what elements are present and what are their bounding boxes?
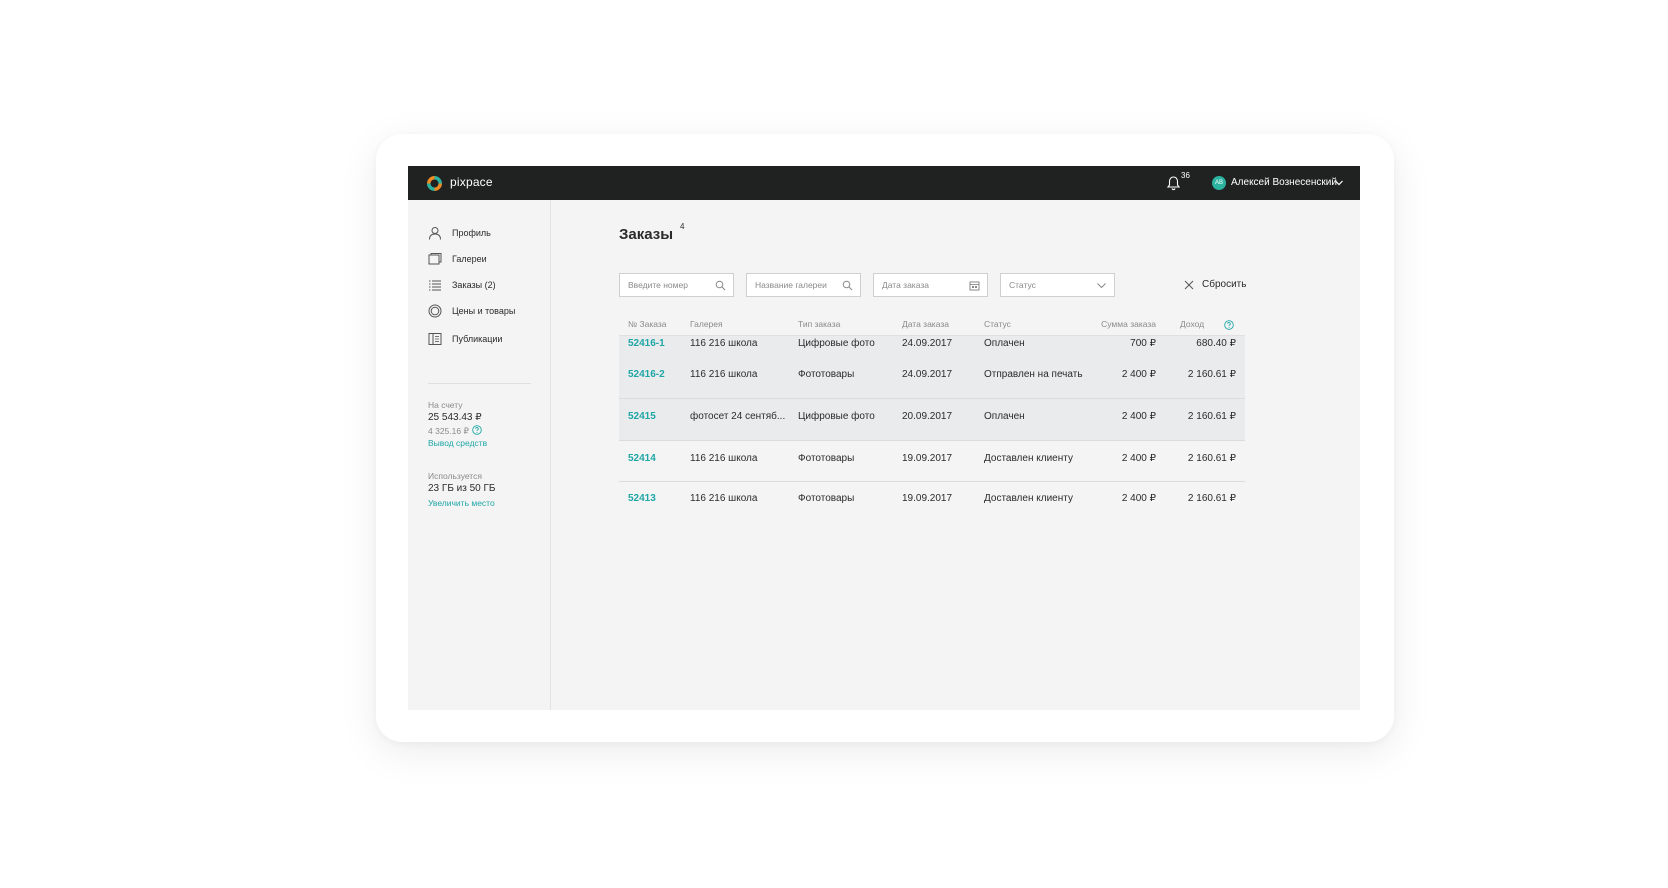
- order-gallery: 116 216 школа: [690, 369, 758, 380]
- order-status: Оплачен: [984, 411, 1025, 422]
- order-number-link[interactable]: 52414: [628, 453, 656, 464]
- header-status[interactable]: Статус: [984, 319, 1011, 329]
- order-status: Доставлен клиенту: [984, 493, 1073, 504]
- sidebar-item-galleries[interactable]: Галереи: [428, 251, 546, 269]
- order-date-placeholder: Дата заказа: [882, 280, 929, 290]
- search-icon: [715, 280, 726, 291]
- orders-count-badge: 4: [680, 222, 685, 231]
- header-order-number[interactable]: № Заказа: [628, 319, 667, 329]
- reset-button[interactable]: Сбросить: [1184, 277, 1252, 293]
- order-income: 2 160.61 ₽: [1187, 453, 1236, 464]
- withdraw-link[interactable]: Вывод средств: [428, 438, 487, 448]
- order-type: Цифровые фото: [798, 411, 875, 422]
- order-date: 20.09.2017: [902, 411, 953, 422]
- sidebar-item-label: Галереи: [452, 254, 487, 264]
- order-status: Доставлен клиенту: [984, 453, 1073, 464]
- close-icon: [1184, 280, 1194, 290]
- order-income: 2 160.61 ₽: [1187, 493, 1236, 504]
- balance-value: 25 543.43 ₽: [428, 412, 482, 423]
- storage-label: Используется: [428, 471, 482, 481]
- sidebar: Профиль Галереи Заказы (2) Цены и товары…: [408, 200, 551, 710]
- order-type: Фототовары: [798, 453, 855, 464]
- balance-label: На счету: [428, 400, 463, 410]
- order-income: 680.40 ₽: [1196, 338, 1236, 349]
- header-order-sum[interactable]: Сумма заказа: [1076, 319, 1156, 329]
- sidebar-divider: [428, 383, 531, 384]
- user-name[interactable]: Алексей Вознесенский: [1231, 177, 1337, 188]
- order-gallery: 116 216 школа: [690, 453, 758, 464]
- order-number-link[interactable]: 52413: [628, 493, 656, 504]
- header-order-date[interactable]: Дата заказа: [902, 319, 949, 329]
- chevron-down-icon: [1097, 283, 1106, 289]
- order-date: 19.09.2017: [902, 493, 953, 504]
- help-icon[interactable]: [1224, 320, 1234, 330]
- list-icon: [429, 280, 441, 291]
- order-gallery: фотосет 24 сентяб...: [690, 411, 786, 422]
- storage-value: 23 ГБ из 50 ГБ: [428, 483, 496, 494]
- top-bar: pixpace 36 АВ Алексей Вознесенский: [408, 166, 1360, 200]
- sidebar-item-orders[interactable]: Заказы (2): [428, 277, 546, 295]
- circle-icon: [428, 304, 442, 318]
- header-income[interactable]: Доход: [1180, 319, 1204, 329]
- order-income: 2 160.61 ₽: [1187, 411, 1236, 422]
- order-gallery: 116 216 школа: [690, 338, 758, 349]
- gallery-name-placeholder: Название галереи: [755, 280, 827, 290]
- order-date: 19.09.2017: [902, 453, 953, 464]
- search-icon: [842, 280, 853, 291]
- order-type: Фототовары: [798, 369, 855, 380]
- page-title: Заказы: [619, 226, 674, 243]
- order-type: Фототовары: [798, 493, 855, 504]
- order-date: 24.09.2017: [902, 369, 953, 380]
- chevron-down-icon[interactable]: [1334, 178, 1344, 188]
- status-select[interactable]: Статус: [1000, 273, 1115, 297]
- order-date-input[interactable]: Дата заказа: [873, 273, 988, 297]
- avatar[interactable]: АВ: [1212, 176, 1226, 190]
- sidebar-item-label: Цены и товары: [452, 306, 516, 316]
- order-status: Оплачен: [984, 338, 1025, 349]
- header-order-type[interactable]: Тип заказа: [798, 319, 840, 329]
- help-icon[interactable]: [472, 425, 482, 435]
- order-sum: 2 400 ₽: [1121, 453, 1156, 464]
- order-gallery: 116 216 школа: [690, 493, 758, 504]
- order-sum: 2 400 ₽: [1121, 493, 1156, 504]
- order-type: Цифровые фото: [798, 338, 875, 349]
- status-placeholder: Статус: [1009, 280, 1036, 290]
- sidebar-item-profile[interactable]: Профиль: [428, 225, 546, 243]
- gallery-name-input[interactable]: Название галереи: [746, 273, 861, 297]
- row-divider: [619, 440, 1245, 441]
- bell-icon[interactable]: [1166, 175, 1181, 191]
- header-gallery[interactable]: Галерея: [690, 319, 723, 329]
- sidebar-item-publications[interactable]: Публикации: [428, 331, 546, 349]
- gallery-icon: [428, 253, 442, 265]
- calendar-icon: [969, 281, 980, 291]
- order-status: Отправлен на печать: [984, 369, 1083, 380]
- sidebar-item-label: Публикации: [452, 334, 503, 344]
- increase-storage-link[interactable]: Увеличить место: [428, 498, 495, 508]
- pixpace-logo-icon[interactable]: [426, 175, 443, 192]
- sidebar-item-label: Заказы (2): [452, 280, 496, 290]
- notification-count: 36: [1181, 171, 1190, 180]
- sidebar-item-label: Профиль: [452, 228, 491, 238]
- row-divider: [619, 481, 1245, 482]
- order-sum: 2 400 ₽: [1121, 411, 1156, 422]
- order-number-placeholder: Введите номер: [628, 280, 688, 290]
- balance-pending: 4 325.16 ₽: [428, 426, 469, 436]
- logo-text[interactable]: pixpace: [450, 175, 493, 189]
- order-sum: 700 ₽: [1130, 338, 1156, 349]
- order-number-input[interactable]: Введите номер: [619, 273, 734, 297]
- order-date: 24.09.2017: [902, 338, 953, 349]
- reset-label: Сбросить: [1202, 279, 1247, 290]
- sidebar-item-prices[interactable]: Цены и товары: [428, 303, 546, 321]
- order-sum: 2 400 ₽: [1121, 369, 1156, 380]
- app-screen: pixpace 36 АВ Алексей Вознесенский Профи…: [408, 166, 1360, 710]
- book-icon: [428, 333, 442, 345]
- order-income: 2 160.61 ₽: [1187, 369, 1236, 380]
- order-number-link[interactable]: 52416-1: [628, 338, 665, 349]
- user-icon: [429, 227, 441, 240]
- order-number-link[interactable]: 52416-2: [628, 369, 665, 380]
- order-number-link[interactable]: 52415: [628, 411, 656, 422]
